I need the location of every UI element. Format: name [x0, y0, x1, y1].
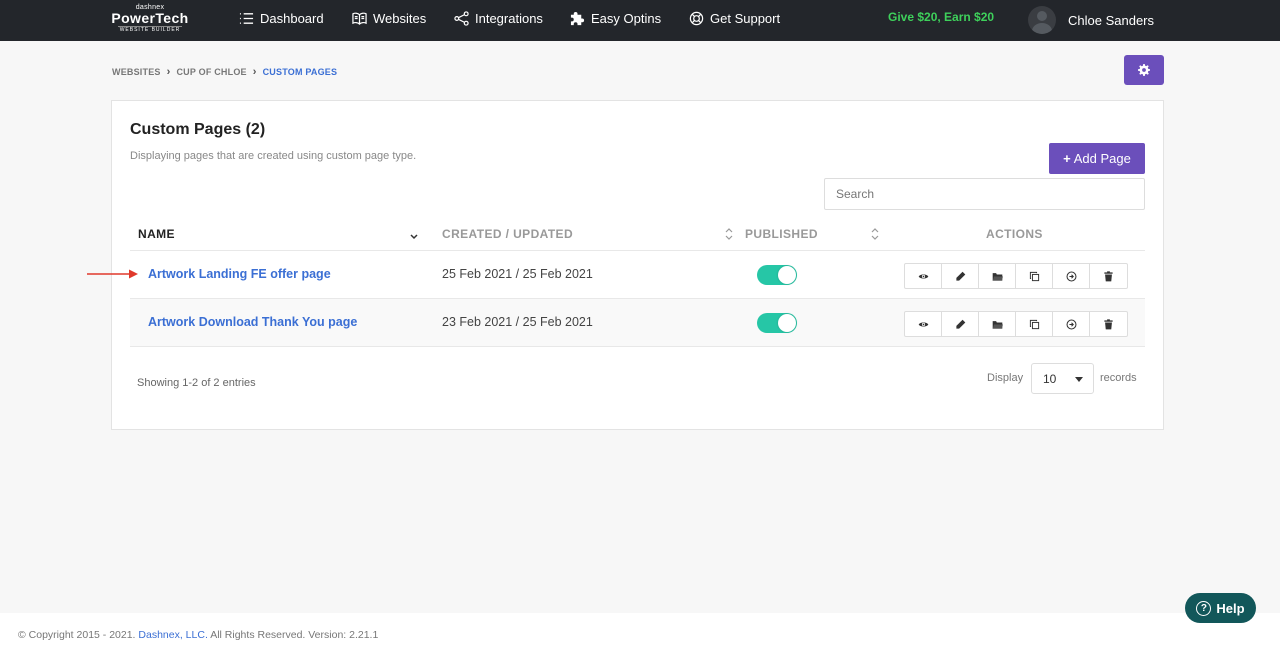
sort-icon[interactable] [870, 227, 880, 241]
page-name-link[interactable]: Artwork Landing FE offer page [148, 267, 331, 281]
folder-icon [992, 320, 1003, 329]
toggle-knob [778, 314, 796, 332]
add-page-label: Add Page [1073, 151, 1131, 166]
sort-desc-icon[interactable] [409, 230, 419, 244]
user-menu[interactable]: Chloe Sanders [1028, 6, 1154, 34]
footer-company-link[interactable]: Dashnex, LLC. [138, 629, 207, 641]
column-name-header[interactable]: NAME [138, 227, 175, 241]
nav-integrations-label: Integrations [475, 10, 543, 26]
entries-info: Showing 1-2 of 2 entries [137, 377, 256, 389]
nav-easy-optins-label: Easy Optins [591, 10, 662, 26]
page-subtitle: Displaying pages that are created using … [130, 150, 417, 162]
breadcrumb-current: CUSTOM PAGES [262, 67, 338, 77]
nav-dashboard-label: Dashboard [260, 10, 324, 26]
question-icon: ? [1196, 600, 1212, 616]
page-title: Custom Pages (2) [130, 121, 266, 138]
table-header: NAME CREATED / UPDATED PUBLISHED ACTIONS [130, 217, 1145, 251]
table-row: Artwork Download Thank You page 23 Feb 2… [130, 299, 1145, 347]
copy-icon [1029, 319, 1039, 329]
row-actions [904, 311, 1128, 337]
puzzle-icon [570, 11, 585, 25]
footer-rights: All Rights Reserved. Version: 2.21.1 [210, 629, 379, 641]
display-label: Display [987, 372, 1024, 384]
open-folder-button[interactable] [979, 312, 1016, 336]
trash-icon [1104, 318, 1113, 329]
page-size-select[interactable]: 10 [1031, 363, 1094, 394]
custom-pages-card: Custom Pages (2) Displaying pages that a… [111, 100, 1164, 430]
page-dates: 25 Feb 2021 / 25 Feb 2021 [442, 267, 593, 281]
delete-button[interactable] [1090, 264, 1127, 288]
powertech-logo[interactable]: dashnex PowerTech WEBSITE BUILDER [110, 4, 190, 33]
page-name-link[interactable]: Artwork Download Thank You page [148, 315, 357, 329]
row-actions [904, 263, 1128, 289]
table-row: Artwork Landing FE offer page 25 Feb 202… [130, 251, 1145, 299]
nav-websites[interactable]: Websites [352, 9, 426, 27]
eye-icon [918, 273, 928, 279]
duplicate-button[interactable] [1016, 312, 1053, 336]
column-created-header[interactable]: CREATED / UPDATED [442, 227, 573, 241]
footer-copyright: © Copyright 2015 - 2021. [18, 629, 136, 641]
chevron-right-icon: › [166, 66, 171, 78]
breadcrumb: WEBSITES › CUP OF CHLOE › CUSTOM PAGES [112, 66, 337, 78]
user-name: Chloe Sanders [1068, 12, 1154, 28]
chevron-right-icon: › [252, 66, 257, 78]
book-icon [352, 12, 367, 25]
annotation-arrow-icon [87, 269, 138, 279]
view-button[interactable] [905, 264, 942, 288]
logo-sub-text: WEBSITE BUILDER [118, 26, 182, 33]
move-button[interactable] [1053, 264, 1090, 288]
nav-get-support[interactable]: Get Support [689, 9, 780, 27]
pencil-icon [955, 271, 965, 281]
nav-get-support-label: Get Support [710, 10, 781, 26]
breadcrumb-websites[interactable]: WEBSITES [112, 67, 161, 77]
published-toggle[interactable] [757, 313, 797, 333]
lifebuoy-icon [689, 11, 704, 25]
column-actions-header: ACTIONS [986, 227, 1043, 241]
nav-easy-optins[interactable]: Easy Optins [570, 9, 661, 27]
eye-icon [918, 321, 928, 327]
arrow-circle-icon [1066, 271, 1076, 281]
move-button[interactable] [1053, 312, 1090, 336]
logo-big-text: PowerTech [111, 10, 189, 26]
records-label: records [1100, 372, 1137, 384]
sort-icon[interactable] [724, 227, 734, 241]
help-label: Help [1216, 600, 1245, 616]
list-icon [239, 12, 254, 24]
delete-button[interactable] [1090, 312, 1127, 336]
nav-integrations[interactable]: Integrations [454, 9, 543, 27]
view-button[interactable] [905, 312, 942, 336]
breadcrumb-site[interactable]: CUP OF CHLOE [176, 67, 246, 77]
share-icon [454, 10, 469, 26]
column-published-header[interactable]: PUBLISHED [745, 227, 818, 241]
avatar [1028, 6, 1056, 34]
help-button[interactable]: ? Help [1185, 593, 1256, 623]
caret-down-icon [1075, 377, 1083, 382]
published-toggle[interactable] [757, 265, 797, 285]
edit-button[interactable] [942, 264, 979, 288]
arrow-circle-icon [1066, 319, 1076, 329]
footer: © Copyright 2015 - 2021. Dashnex, LLC. A… [0, 613, 1280, 652]
referral-promo-link[interactable]: Give $20, Earn $20 [888, 10, 994, 24]
edit-button[interactable] [942, 312, 979, 336]
search-input[interactable] [824, 178, 1145, 210]
trash-icon [1104, 270, 1113, 281]
page-dates: 23 Feb 2021 / 25 Feb 2021 [442, 315, 593, 329]
settings-button[interactable] [1124, 55, 1164, 85]
duplicate-button[interactable] [1016, 264, 1053, 288]
toggle-knob [778, 266, 796, 284]
page-size-value: 10 [1043, 371, 1057, 386]
pencil-icon [955, 319, 965, 329]
open-folder-button[interactable] [979, 264, 1016, 288]
gear-icon [1138, 64, 1150, 76]
nav-websites-label: Websites [373, 10, 427, 26]
folder-icon [992, 272, 1003, 281]
top-navbar: dashnex PowerTech WEBSITE BUILDER Dashbo… [0, 0, 1280, 41]
copy-icon [1029, 271, 1039, 281]
add-page-button[interactable]: + Add Page [1049, 143, 1145, 174]
nav-dashboard[interactable]: Dashboard [239, 9, 324, 27]
footer-text: © Copyright 2015 - 2021. Dashnex, LLC. A… [18, 629, 378, 641]
plus-icon: + [1063, 151, 1071, 166]
